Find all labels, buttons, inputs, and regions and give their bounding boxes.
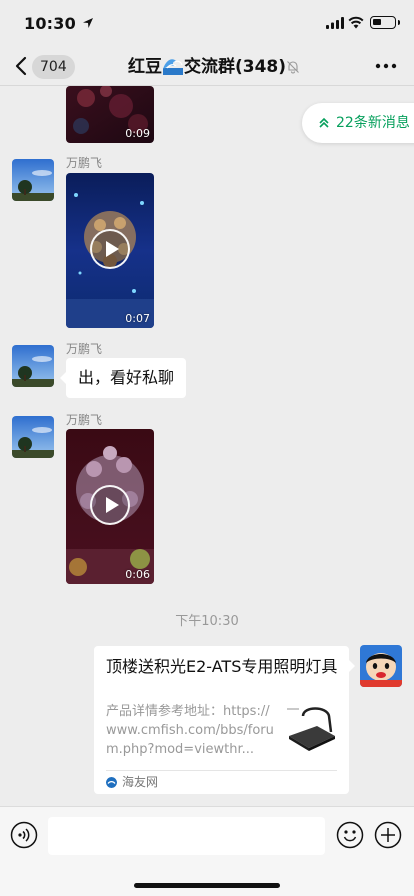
wifi-icon [348, 16, 364, 29]
more-options-icon[interactable] [374, 56, 398, 76]
home-indicator [134, 883, 280, 888]
cellular-signal-icon [326, 17, 344, 29]
avatar-image [12, 416, 54, 458]
video-duration: 0:06 [125, 568, 150, 581]
text-message-bubble[interactable]: 出，看好私聊 [59, 358, 187, 398]
double-chevron-up-icon [319, 117, 329, 128]
sender-name: 万鹏飞 [66, 413, 103, 427]
video-message[interactable]: 0:07 [66, 173, 154, 328]
back-chevron-icon[interactable] [14, 56, 28, 76]
status-bar: 10:30 [0, 0, 414, 48]
video-duration: 0:09 [125, 127, 150, 140]
plus-icon[interactable] [374, 821, 402, 849]
video-message[interactable]: 0:09 [66, 86, 154, 143]
new-messages-button[interactable]: 22条新消息 [302, 103, 414, 143]
link-card-divider [106, 770, 337, 771]
chat-title-prefix: 红豆 [128, 57, 162, 77]
my-avatar[interactable] [360, 645, 402, 687]
wave-emoji-icon [163, 59, 183, 75]
avatar[interactable] [12, 345, 54, 387]
emoji-icon[interactable] [336, 821, 364, 849]
avatar[interactable] [12, 159, 54, 201]
chat-title-suffix: 交流群(348) [184, 57, 287, 77]
avatar-image [12, 159, 54, 201]
message-timestamp: 下午10:30 [175, 614, 239, 629]
avatar[interactable] [12, 416, 54, 458]
source-logo-icon [106, 777, 117, 788]
link-card-thumbnail [283, 702, 339, 756]
avatar-image [12, 345, 54, 387]
video-duration: 0:07 [125, 312, 150, 325]
video-message[interactable]: 0:06 [66, 429, 154, 584]
avatar-image [360, 645, 402, 687]
message-input[interactable] [48, 817, 325, 855]
status-time: 10:30 [24, 14, 76, 33]
muted-bell-icon [287, 61, 299, 74]
link-card-message[interactable]: 顶楼送积光E2-ATS专用照明灯具 产品详情参考地址：https://www.c… [94, 646, 355, 794]
play-icon[interactable] [90, 485, 130, 525]
battery-icon [370, 16, 400, 29]
voice-input-icon[interactable] [10, 821, 38, 849]
link-card-source: 海友网 [122, 775, 159, 789]
input-bar [0, 806, 414, 896]
play-icon[interactable] [90, 229, 130, 269]
link-card-title: 顶楼送积光E2-ATS专用照明灯具 [106, 657, 338, 676]
location-arrow-icon [83, 18, 93, 28]
link-card-description: 产品详情参考地址：https://www.cmfish.com/bbs/foru… [106, 704, 274, 757]
nav-bar: 704 红豆 交流群(348) [0, 48, 414, 86]
unread-count-badge[interactable]: 704 [32, 55, 75, 79]
sender-name: 万鹏飞 [66, 342, 103, 356]
sender-name: 万鹏飞 [66, 156, 103, 170]
chat-title[interactable]: 红豆 交流群(348) [128, 56, 286, 78]
new-messages-label: 22条新消息 [336, 115, 410, 131]
